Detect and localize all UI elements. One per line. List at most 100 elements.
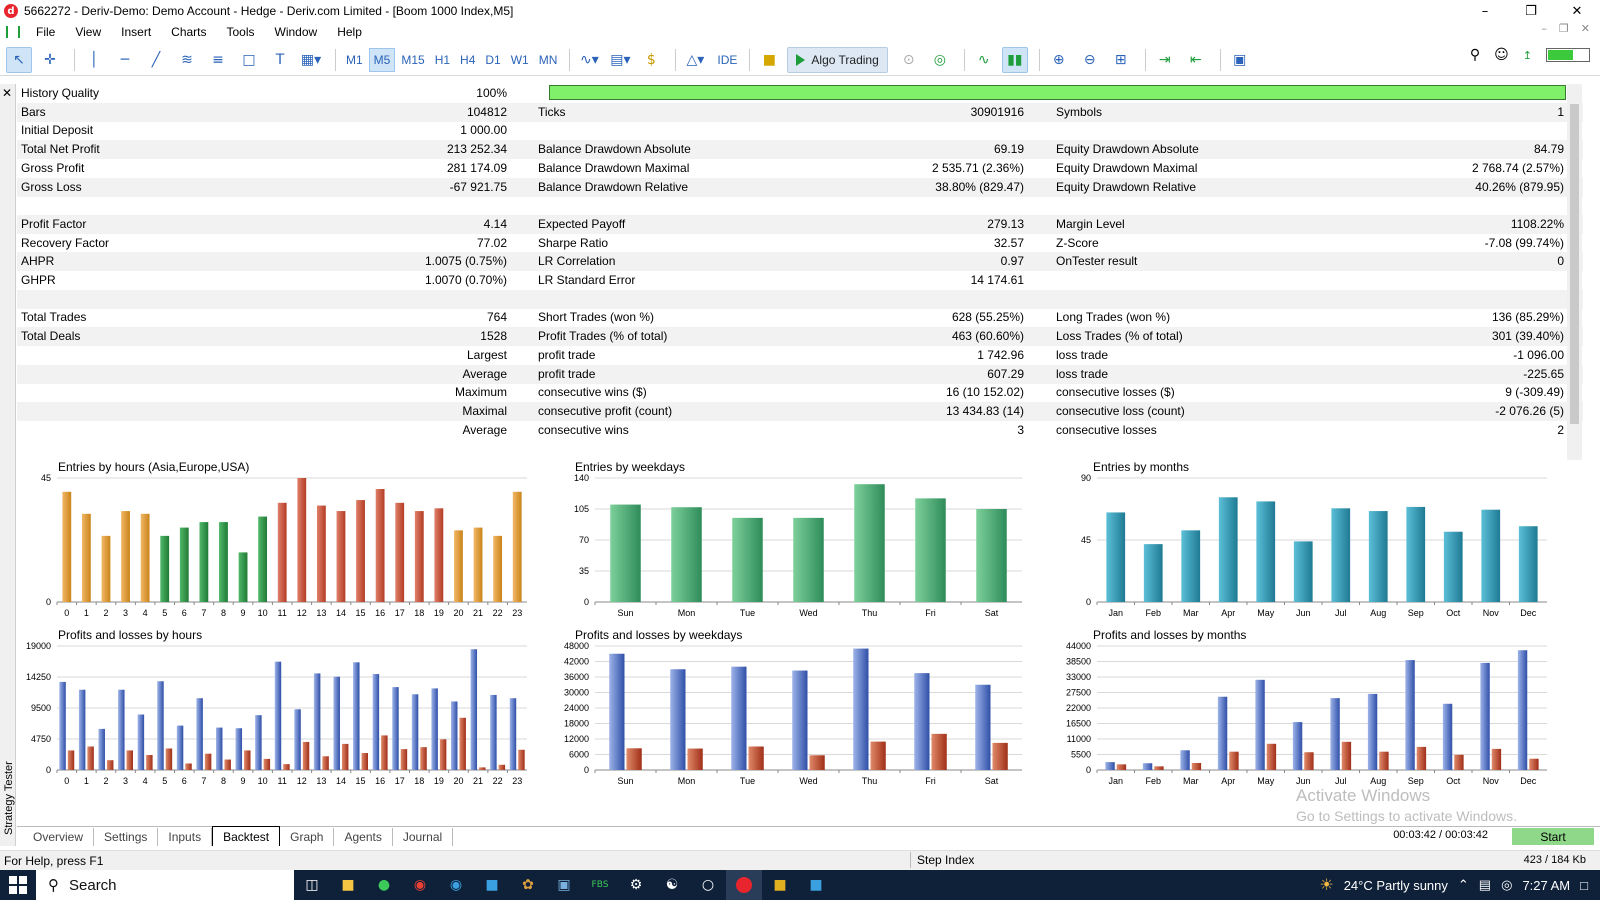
menu-tools[interactable]: Tools	[217, 25, 265, 39]
templates-icon[interactable]: ▤▾	[607, 47, 633, 73]
tab-graph[interactable]: Graph	[280, 828, 335, 846]
ide-button[interactable]: IDE	[713, 48, 741, 72]
chart-type-icon[interactable]: ∿▾	[576, 47, 602, 73]
menu-charts[interactable]: Charts	[161, 25, 216, 39]
menu-insert[interactable]: Insert	[111, 25, 161, 39]
photos-icon[interactable]: ▣	[546, 870, 582, 900]
restore-button[interactable]: ❐	[1508, 0, 1554, 22]
status-symbol: Step Index	[910, 852, 974, 868]
deriv-taskbar-icon[interactable]	[726, 870, 762, 900]
taskbar-search[interactable]: ⚲ Search	[36, 870, 294, 900]
autoscroll-icon[interactable]: ⇥	[1152, 47, 1178, 73]
tab-overview[interactable]: Overview	[23, 828, 95, 846]
tab-agents[interactable]: Agents	[334, 828, 393, 846]
tool-icon[interactable]: ○	[690, 870, 726, 900]
mdi-restore-icon[interactable]: ❐	[1559, 22, 1569, 35]
task-view-icon[interactable]: ◫	[294, 870, 330, 900]
menu-view[interactable]: View	[65, 25, 111, 39]
bar	[297, 478, 307, 602]
algo-trading-button[interactable]: Algo Trading	[787, 46, 888, 73]
search-icon[interactable]: ⚲	[1470, 47, 1480, 63]
fibonacci-icon[interactable]: ≡	[205, 47, 231, 73]
x-tick-label: Sat	[985, 608, 999, 618]
chevron-up-icon[interactable]: ⌃	[1458, 877, 1469, 893]
dollar-icon[interactable]: $	[638, 47, 664, 73]
store-icon[interactable]: ■	[474, 870, 510, 900]
horizontal-line-icon[interactable]: ─	[112, 47, 138, 73]
tab-inputs[interactable]: Inputs	[158, 828, 213, 846]
tab-backtest[interactable]: Backtest	[212, 826, 281, 846]
blue-app-icon[interactable]: ■	[798, 870, 834, 900]
toolbar-divider	[749, 48, 751, 71]
vps-icon[interactable]: ◎	[927, 47, 953, 73]
volume-icon[interactable]: ◎	[1501, 877, 1512, 893]
lock-icon[interactable]: ■	[756, 47, 782, 73]
mt5-icon[interactable]: ■	[762, 870, 798, 900]
timeframe-m15[interactable]: M15	[397, 48, 428, 72]
zoom-in-icon[interactable]: ⊕	[1046, 47, 1072, 73]
timeframe-m1[interactable]: M1	[342, 48, 367, 72]
profit-bar	[118, 689, 125, 770]
objects-icon[interactable]: ▦▾	[298, 47, 324, 73]
windows-start-icon[interactable]	[0, 870, 36, 900]
x-tick-label: 5	[162, 776, 167, 786]
menu-file[interactable]: File	[26, 25, 65, 39]
crosshair-icon[interactable]: ✛	[37, 47, 63, 73]
text-icon[interactable]: T	[267, 47, 293, 73]
profit-bar	[509, 698, 517, 770]
whatsapp-icon[interactable]: ●	[366, 870, 402, 900]
timeframe-d1[interactable]: D1	[481, 48, 504, 72]
vertical-line-icon[interactable]: │	[81, 47, 107, 73]
settings-icon[interactable]: ⚙	[618, 870, 654, 900]
bar	[101, 535, 111, 602]
tab-settings[interactable]: Settings	[94, 828, 159, 846]
timeframe-h1[interactable]: H1	[431, 48, 454, 72]
notifications-icon[interactable]: □	[1580, 878, 1588, 893]
profit-bar	[914, 673, 930, 770]
fbs-icon[interactable]: FBS	[582, 870, 618, 900]
start-button[interactable]: Start	[1512, 828, 1594, 845]
scrollbar-thumb[interactable]	[1570, 104, 1579, 424]
report-row: Maximum consecutive wins ($) 16 (10 152.02…	[17, 383, 1583, 402]
file-explorer-icon[interactable]: ■	[330, 870, 366, 900]
report-scrollbar[interactable]	[1567, 84, 1582, 460]
signal-icon[interactable]: ⊙	[896, 47, 922, 73]
timeframe-w1[interactable]: W1	[507, 48, 533, 72]
report-label: AHPR	[21, 254, 55, 269]
chrome-icon[interactable]: ◉	[402, 870, 438, 900]
timeframe-h4[interactable]: H4	[456, 48, 479, 72]
chart-menu-icon[interactable]	[6, 26, 20, 38]
edge-icon[interactable]: ◉	[438, 870, 474, 900]
clock[interactable]: 7:27 AM	[1522, 878, 1570, 893]
x-tick-label: 23	[512, 776, 522, 786]
close-panel-icon[interactable]: ✕	[2, 86, 12, 100]
weather-text[interactable]: 24°C Partly sunny	[1344, 878, 1448, 893]
profit-bar	[157, 681, 164, 770]
timeframe-mn[interactable]: MN	[535, 48, 562, 72]
screenshot-icon[interactable]: ▣	[1227, 47, 1253, 73]
cursor-icon[interactable]: ↖	[6, 46, 32, 73]
bar-chart-icon[interactable]: ▮▮	[1001, 46, 1028, 73]
zoom-out-icon[interactable]: ⊖	[1077, 47, 1103, 73]
app-icon[interactable]: ☯	[654, 870, 690, 900]
chart-shift-icon[interactable]: ⇤	[1183, 47, 1209, 73]
tab-journal[interactable]: Journal	[393, 828, 454, 846]
line-chart-icon[interactable]: ∿	[971, 47, 997, 73]
algo-trading-label: Algo Trading	[811, 52, 879, 67]
mdi-minimize-icon[interactable]: –	[1541, 22, 1547, 35]
trendline-icon[interactable]: ╱	[143, 47, 169, 73]
mdi-close-icon[interactable]: ✕	[1581, 22, 1590, 35]
menu-help[interactable]: Help	[327, 25, 372, 39]
timeframe-m5[interactable]: M5	[368, 47, 396, 72]
account-icon[interactable]: ☺	[1494, 47, 1509, 63]
close-button[interactable]: ✕	[1554, 0, 1600, 22]
indicators-icon[interactable]: △▾	[682, 47, 708, 73]
minimize-button[interactable]: –	[1462, 0, 1508, 22]
shapes-icon[interactable]: □	[236, 47, 262, 73]
menu-window[interactable]: Window	[265, 25, 328, 39]
channel-icon[interactable]: ≋	[174, 47, 200, 73]
paint-icon[interactable]: ✿	[510, 870, 546, 900]
network-icon[interactable]: ▤	[1479, 877, 1491, 893]
tile-windows-icon[interactable]: ⊞	[1108, 47, 1134, 73]
loss-bar	[87, 746, 94, 770]
